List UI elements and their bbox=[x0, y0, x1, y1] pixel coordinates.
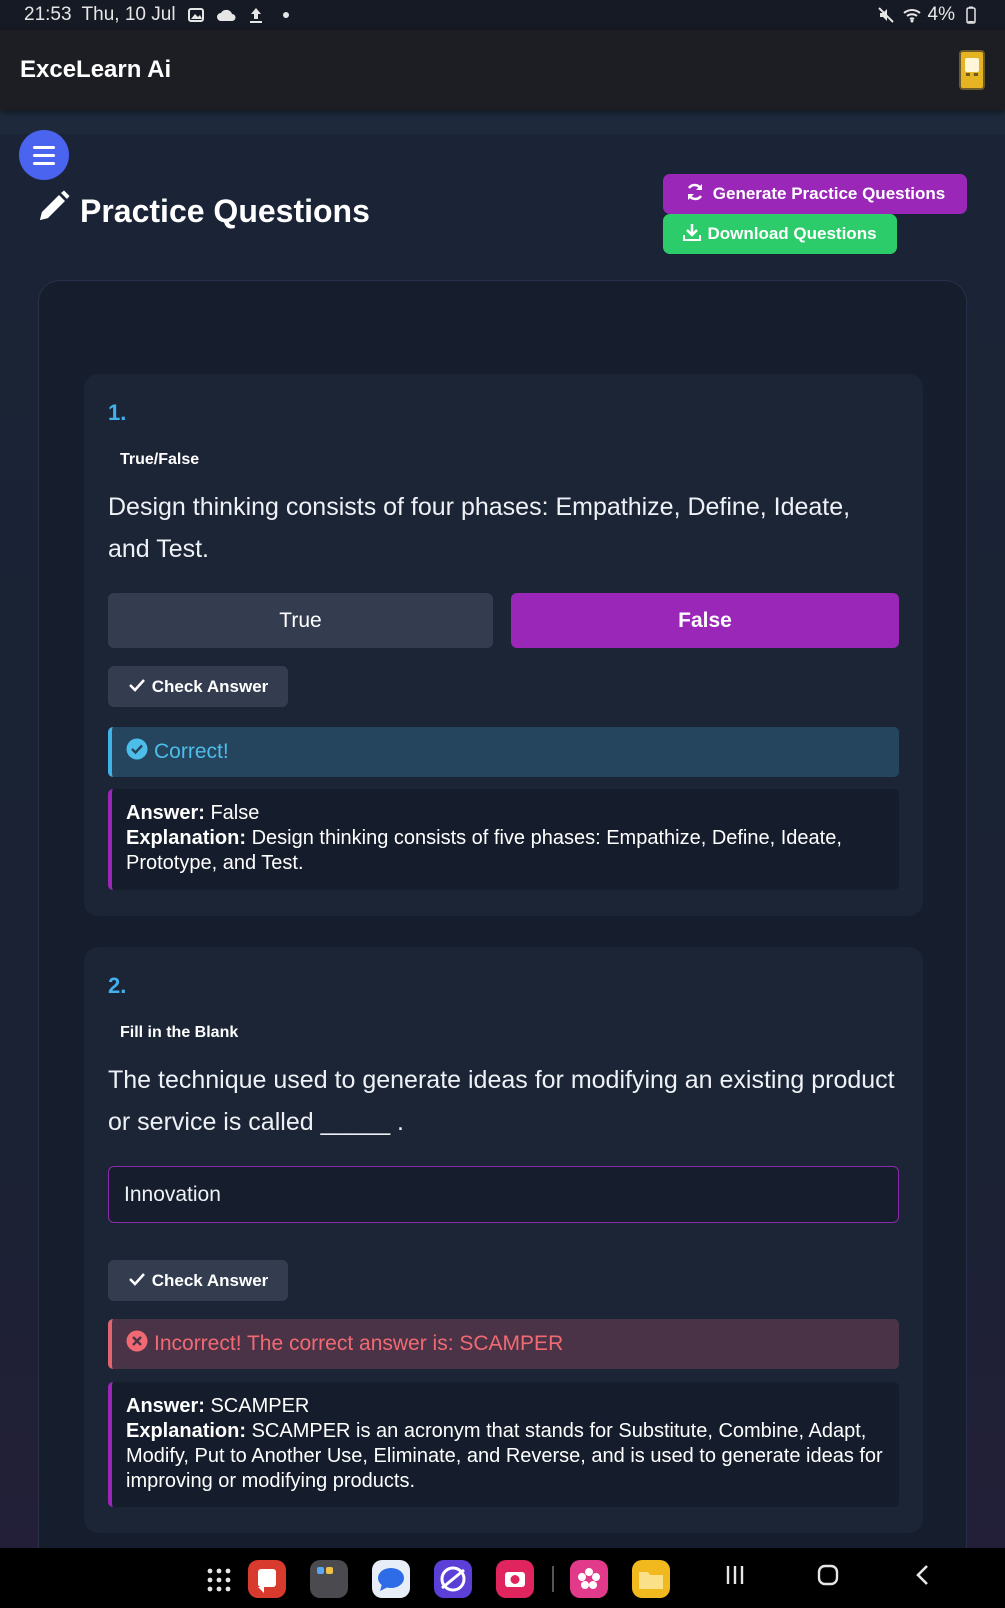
slides-app-icon[interactable] bbox=[248, 1560, 286, 1598]
app-bar: ExceLearn Ai bbox=[0, 30, 1005, 110]
status-date: Thu, 10 Jul bbox=[81, 4, 176, 25]
image-icon bbox=[186, 6, 206, 24]
generate-questions-button[interactable]: Generate Practice Questions bbox=[663, 174, 967, 214]
content-top-strip bbox=[0, 110, 1005, 134]
explanation-label: Explanation: bbox=[126, 827, 247, 849]
mute-icon bbox=[876, 6, 896, 24]
flower-app-icon[interactable] bbox=[570, 1560, 608, 1598]
feedback-correct: Correct! bbox=[108, 727, 899, 777]
app-logo-icon[interactable] bbox=[959, 50, 985, 90]
camera-app-icon[interactable] bbox=[496, 1560, 534, 1598]
check-answer-button[interactable]: Check Answer bbox=[108, 666, 288, 707]
option-true-button[interactable]: True bbox=[108, 593, 493, 648]
answer-value: False bbox=[210, 802, 260, 824]
feedback-text: Correct! bbox=[154, 740, 229, 763]
check-answer-label: Check Answer bbox=[151, 1270, 269, 1290]
cloud-icon bbox=[216, 6, 236, 24]
question-number: 2. bbox=[108, 973, 127, 998]
answer-line: Answer: False bbox=[126, 801, 885, 826]
apps-grid-icon[interactable] bbox=[200, 1560, 238, 1598]
hamburger-icon-bar bbox=[33, 161, 55, 165]
messages-app-icon[interactable] bbox=[372, 1560, 410, 1598]
battery-icon bbox=[961, 6, 981, 24]
generate-questions-label: Generate Practice Questions bbox=[712, 184, 946, 203]
feedback-incorrect: Incorrect! The correct answer is: SCAMPE… bbox=[108, 1319, 899, 1369]
hamburger-icon-bar bbox=[33, 153, 55, 157]
question-text: Design thinking consists of four phases:… bbox=[108, 493, 851, 563]
answer-value: SCAMPER bbox=[210, 1395, 310, 1417]
menu-button[interactable] bbox=[19, 130, 69, 180]
question-text: The technique used to generate ideas for… bbox=[108, 1066, 895, 1136]
home-icon[interactable] bbox=[815, 1562, 841, 1595]
dot-icon bbox=[276, 6, 296, 24]
question-card: 1. True/False Design thinking consists o… bbox=[84, 374, 923, 916]
download-questions-label: Download Questions bbox=[707, 224, 877, 243]
navigation-bar bbox=[0, 1548, 1005, 1608]
battery-percent: 4% bbox=[927, 4, 955, 25]
explanation-box: Answer: SCAMPER Explanation: SCAMPER is … bbox=[108, 1382, 899, 1507]
answer-line: Answer: SCAMPER bbox=[126, 1394, 885, 1419]
explanation-line: Explanation: Design thinking consists of… bbox=[126, 826, 885, 876]
explanation-box: Answer: False Explanation: Design thinki… bbox=[108, 789, 899, 890]
pencil-icon bbox=[36, 190, 70, 232]
files-app-icon[interactable] bbox=[632, 1560, 670, 1598]
upload-icon bbox=[246, 6, 266, 24]
status-bar: 21:53 Thu, 10 Jul 4% bbox=[0, 0, 1005, 30]
x-circle-icon bbox=[126, 1330, 148, 1358]
hamburger-icon bbox=[33, 145, 55, 149]
check-answer-label: Check Answer bbox=[151, 676, 269, 696]
refresh-icon bbox=[685, 182, 705, 207]
check-answer-button[interactable]: Check Answer bbox=[108, 1260, 288, 1301]
recents-icon[interactable] bbox=[722, 1562, 748, 1595]
question-card: 2. Fill in the Blank The technique used … bbox=[84, 947, 923, 1533]
explanation-line: Explanation: SCAMPER is an acronym that … bbox=[126, 1419, 885, 1494]
answer-label: Answer: bbox=[126, 1395, 205, 1417]
status-time: 21:53 bbox=[24, 4, 72, 25]
feedback-text: Incorrect! The correct answer is: SCAMPE… bbox=[154, 1332, 564, 1355]
explanation-label: Explanation: bbox=[126, 1420, 247, 1442]
option-false-button[interactable]: False bbox=[511, 593, 899, 648]
browser-app-icon[interactable] bbox=[434, 1560, 472, 1598]
answer-input[interactable] bbox=[108, 1166, 899, 1223]
wifi-icon bbox=[902, 6, 922, 24]
checkmark-icon bbox=[128, 677, 146, 697]
questions-panel: 1. True/False Design thinking consists o… bbox=[38, 280, 967, 1548]
check-circle-icon bbox=[126, 738, 148, 766]
back-icon[interactable] bbox=[910, 1562, 936, 1595]
question-type: True/False bbox=[120, 451, 200, 468]
dock-divider bbox=[552, 1566, 554, 1592]
page-title-text: Practice Questions bbox=[80, 192, 370, 229]
answer-label: Answer: bbox=[126, 802, 205, 824]
question-type: Fill in the Blank bbox=[120, 1024, 239, 1041]
download-icon bbox=[683, 223, 702, 246]
main-content: Practice Questions Generate Practice Que… bbox=[0, 110, 1005, 1548]
app-title: ExceLearn Ai bbox=[20, 56, 172, 83]
download-questions-button[interactable]: Download Questions bbox=[663, 214, 897, 254]
checkmark-icon bbox=[128, 1271, 146, 1291]
question-number: 1. bbox=[108, 400, 127, 425]
page-title: Practice Questions bbox=[36, 190, 370, 232]
folder-app-icon[interactable] bbox=[310, 1560, 348, 1598]
